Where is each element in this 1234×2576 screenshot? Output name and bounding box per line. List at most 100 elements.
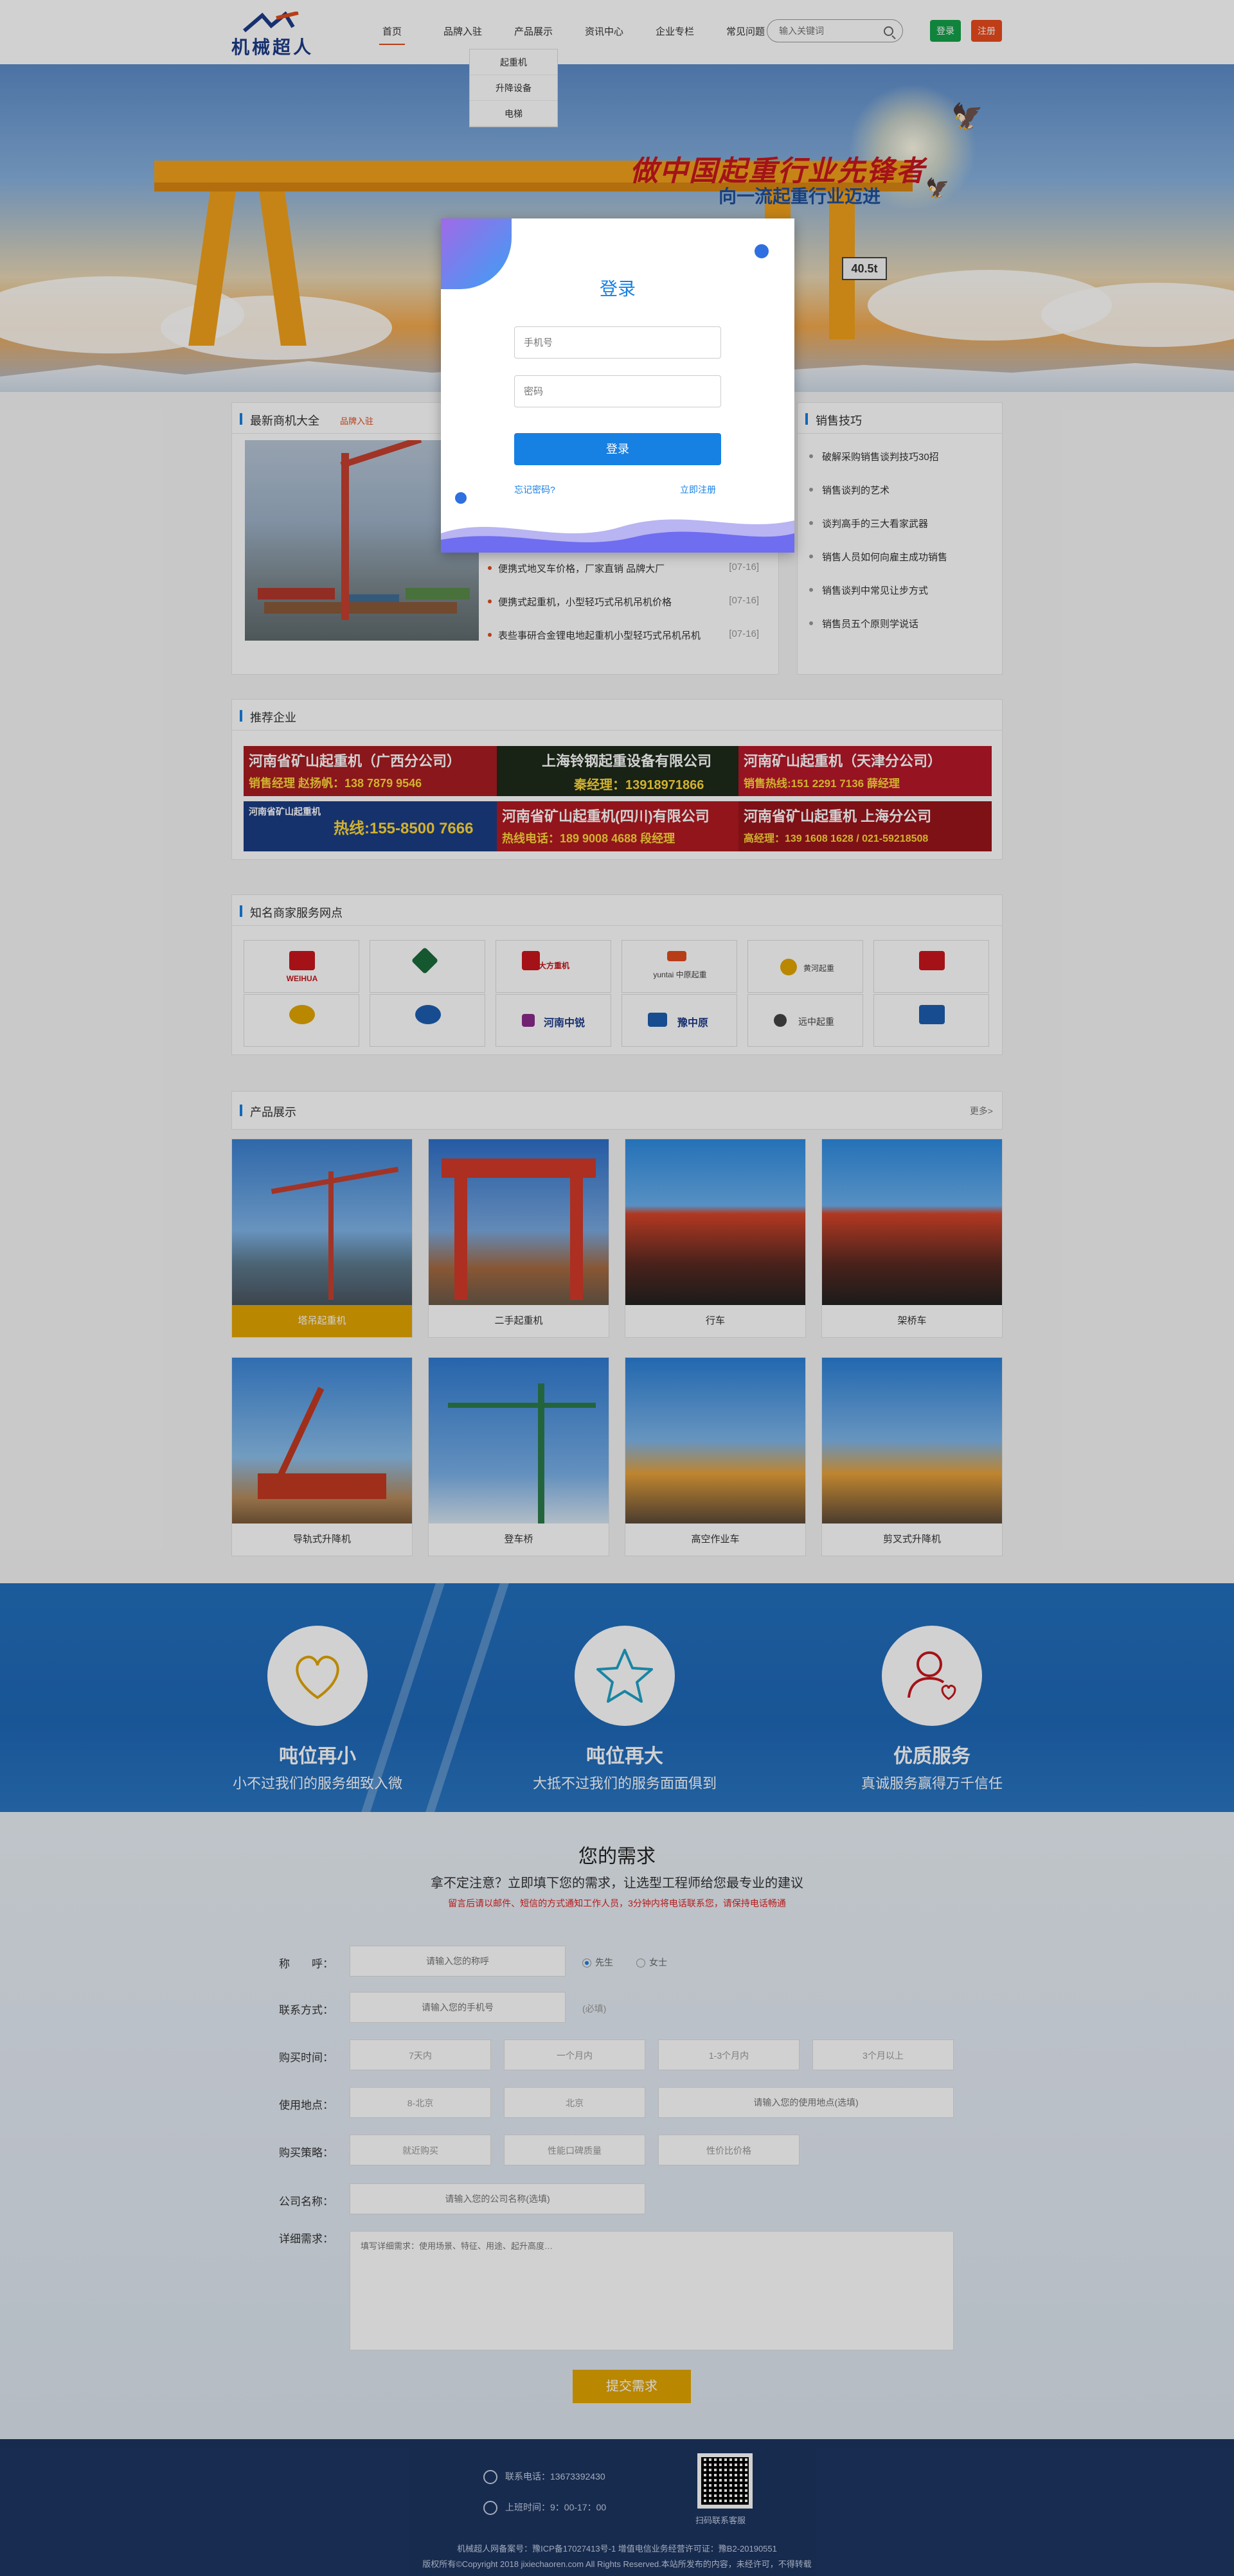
bullet: [809, 521, 813, 525]
news-item[interactable]: 便携式地叉车价格，厂家直销 品牌大厂 [07-16]: [485, 552, 759, 585]
nav-brand[interactable]: 品牌入驻: [427, 23, 498, 41]
forgot-password-link[interactable]: 忘记密码?: [514, 483, 555, 496]
news-subtitle[interactable]: 品牌入驻: [340, 414, 373, 427]
news-item-date: [07-16]: [729, 628, 759, 639]
brand-logo-cell[interactable]: 大方重机: [496, 940, 611, 993]
brand-logo-label: 黄河起重: [803, 964, 834, 973]
news-list: 便携式地叉车价格，厂家直销 品牌大厂 [07-16] 便携式起重机，小型轻巧式吊机…: [485, 552, 759, 652]
brand-logo-cell[interactable]: [370, 994, 485, 1047]
brand-logo-cell[interactable]: 黄河起重: [747, 940, 863, 993]
partner-ad-name: 河南矿山起重机（天津分公司）: [744, 753, 942, 769]
product-caption: 导轨式升降机: [292, 1534, 351, 1545]
login-button[interactable]: 登录: [930, 20, 961, 42]
brand-logo-cell[interactable]: WEIHUA: [244, 940, 359, 993]
gender-male-radio[interactable]: 先生: [582, 1956, 613, 1969]
phone-input[interactable]: [350, 1992, 566, 2023]
radio-label: 先生: [595, 1957, 613, 1968]
product-card[interactable]: 剪叉式升降机: [821, 1357, 1003, 1556]
label-name: 称 呼：: [279, 1958, 334, 1970]
brand-logo-icon: [289, 951, 315, 970]
brand-logo-icon: [667, 951, 686, 961]
partner-ad-name: 河南省矿山起重机（广西分公司）: [249, 753, 461, 769]
login-title: 登录: [599, 279, 636, 299]
tips-item-title: 销售人员如何向雇主成功销售: [822, 552, 948, 563]
news-title: 最新商机大全: [250, 414, 319, 427]
brand-logo-cell[interactable]: [244, 994, 359, 1047]
nav-enterprise[interactable]: 企业专栏: [639, 23, 710, 41]
brand-logo-cell[interactable]: [370, 940, 485, 993]
time-option[interactable]: 3个月以上: [812, 2039, 954, 2070]
crane-silhouette: [425, 1583, 509, 1812]
tips-item[interactable]: 销售谈判的艺术: [798, 474, 1002, 507]
strategy-option[interactable]: 性价比价格: [658, 2135, 800, 2165]
radio-label: 女士: [649, 1957, 667, 1968]
detail-textarea[interactable]: [350, 2231, 954, 2350]
partner-ad[interactable]: 河南省矿山起重机 热线:155-8500 7666: [244, 801, 497, 851]
product-card[interactable]: 高空作业车: [625, 1357, 806, 1556]
tips-item[interactable]: 销售谈判中常见让步方式: [798, 574, 1002, 607]
brand-logo-cell[interactable]: 豫中原: [621, 994, 737, 1047]
nav-news[interactable]: 资讯中心: [569, 23, 639, 41]
place-option[interactable]: 8-北京: [350, 2087, 491, 2118]
register-button[interactable]: 注册: [971, 20, 1002, 42]
news-item[interactable]: 便携式起重机，小型轻巧式吊机吊机价格 [07-16]: [485, 585, 759, 619]
news-item[interactable]: 表些事研合金锂电地起重机小型轻巧式吊机吊机 [07-16]: [485, 619, 759, 652]
phone-input[interactable]: [514, 326, 721, 359]
product-card[interactable]: 塔吊起重机: [231, 1139, 413, 1338]
search-icon[interactable]: [884, 26, 893, 36]
bullet: [488, 633, 492, 637]
company-input[interactable]: [350, 2183, 645, 2214]
dropdown-item-crane[interactable]: 起重机: [470, 49, 557, 75]
partner-ad[interactable]: 河南省矿山起重机 上海分公司 高经理：139 1608 1628 / 021-5…: [738, 801, 992, 851]
product-card[interactable]: 登车桥: [428, 1357, 609, 1556]
time-option[interactable]: 1-3个月内: [658, 2039, 800, 2070]
feature-title: 吨位再小: [279, 1746, 356, 1767]
place-option[interactable]: 北京: [504, 2087, 645, 2118]
strategy-option[interactable]: 性能口碑质量: [504, 2135, 645, 2165]
product-card[interactable]: 二手起重机: [428, 1139, 609, 1338]
partner-ad[interactable]: 河南矿山起重机（天津分公司） 销售热线:151 2291 7136 薛经理: [738, 746, 992, 796]
search-input[interactable]: [779, 24, 875, 37]
dropdown-item-lift[interactable]: 升降设备: [470, 75, 557, 101]
name-input[interactable]: [350, 1946, 566, 1976]
feature-subtitle: 真诚服务赢得万千信任: [861, 1775, 1003, 1791]
clock-icon: [483, 2501, 497, 2516]
product-card[interactable]: 架桥车: [821, 1139, 1003, 1338]
products-more-link[interactable]: 更多>: [970, 1105, 993, 1117]
partner-ad[interactable]: 河南省矿山起重机（广西分公司） 销售经理 赵扬帆：138 7879 9546: [244, 746, 497, 796]
brand-logo-cell[interactable]: [873, 994, 989, 1047]
tips-item[interactable]: 销售人员如何向雇主成功销售: [798, 540, 1002, 574]
partners-panel-head: 推荐企业: [232, 700, 1002, 731]
partner-ad-phone: 热线:155-8500 7666: [334, 820, 474, 837]
login-submit-button[interactable]: 登录: [514, 433, 721, 465]
gender-female-radio[interactable]: 女士: [636, 1956, 667, 1969]
tips-item[interactable]: 谈判高手的三大看家武器: [798, 507, 1002, 540]
place-input[interactable]: [658, 2087, 954, 2118]
submit-demand-button[interactable]: 提交需求: [573, 2370, 691, 2403]
tips-list: 破解采购销售谈判技巧30招 销售谈判的艺术 谈判高手的三大看家武器 销售人员如何…: [798, 440, 1002, 641]
brand-logo-cell[interactable]: 远中起重: [747, 994, 863, 1047]
tips-panel: 销售技巧 破解采购销售谈判技巧30招 销售谈判的艺术 谈判高手的三大看家武器 销…: [797, 402, 1003, 675]
product-card[interactable]: 行车: [625, 1139, 806, 1338]
time-option[interactable]: 一个月内: [504, 2039, 645, 2070]
partner-ad[interactable]: 河南省矿山起重机(四川)有限公司 热线电话：189 9008 4688 段经理: [497, 801, 738, 851]
footer-phone-text: 联系电话：13673392430: [505, 2471, 605, 2482]
password-input[interactable]: [514, 375, 721, 407]
feature-circle: [267, 1626, 368, 1726]
brand-logo-cell[interactable]: 河南中锐: [496, 994, 611, 1047]
site-logo[interactable]: 机械超人: [231, 11, 321, 57]
tips-item[interactable]: 销售员五个原则学说话: [798, 607, 1002, 641]
nav-home[interactable]: 首页: [357, 23, 427, 45]
strategy-option[interactable]: 就近购买: [350, 2135, 491, 2165]
dropdown-item-elevator[interactable]: 电梯: [470, 101, 557, 127]
partner-ad[interactable]: 上海铃钢起重设备有限公司 秦经理：13918971866: [497, 746, 738, 796]
nav-products[interactable]: 产品展示: [498, 23, 569, 41]
time-option[interactable]: 7天内: [350, 2039, 491, 2070]
brand-logo-cell[interactable]: yuntai 中原起重: [621, 940, 737, 993]
register-link[interactable]: 立即注册: [680, 483, 716, 496]
brand-logo-cell[interactable]: [873, 940, 989, 993]
product-image: [232, 1358, 412, 1523]
product-card[interactable]: 导轨式升降机: [231, 1357, 413, 1556]
tips-item[interactable]: 破解采购销售谈判技巧30招: [798, 440, 1002, 474]
brand-logo-label: 豫中原: [677, 1018, 708, 1029]
